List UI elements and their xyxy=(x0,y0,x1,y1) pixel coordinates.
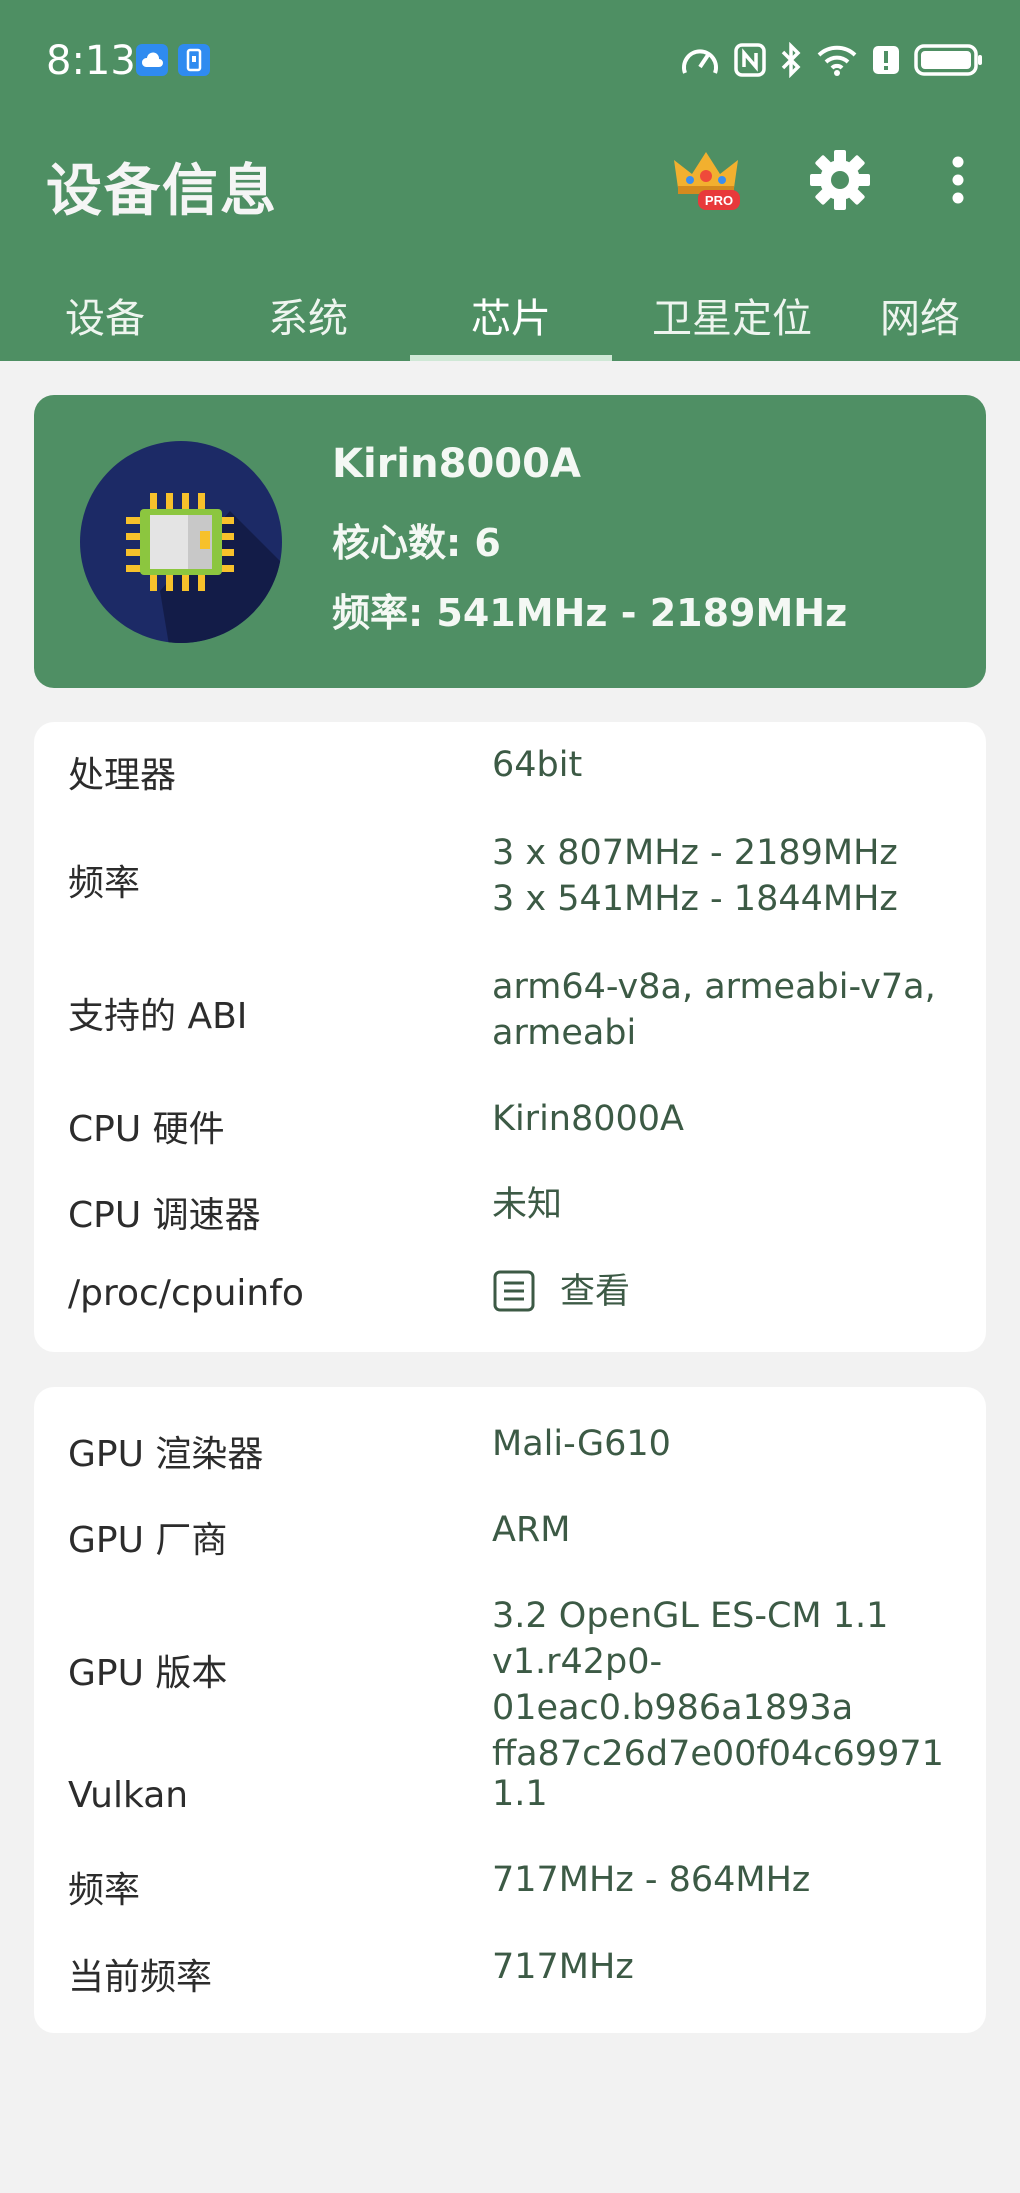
row-label: GPU 渲染器 xyxy=(68,1434,264,1475)
row-value: arm64-v8a, armeabi-v7a, armeabi xyxy=(492,964,972,1056)
pro-crown-button[interactable]: PRO xyxy=(668,140,748,220)
document-list-icon[interactable] xyxy=(492,1269,536,1313)
row-label: CPU 调速器 xyxy=(68,1195,261,1236)
gpu-info-card: GPU 渲染器 Mali-G610 GPU 厂商 ARM GPU 版本 3.2 … xyxy=(34,1387,986,2033)
more-vert-icon xyxy=(952,156,964,204)
nfc-icon xyxy=(734,43,766,77)
speedometer-icon xyxy=(682,49,718,74)
pro-label: PRO xyxy=(705,193,733,208)
active-tab-indicator xyxy=(410,355,612,361)
value-line: 未知 xyxy=(492,1185,563,1225)
row-label: Vulkan xyxy=(68,1775,189,1816)
value-line: arm64-v8a, armeabi-v7a, xyxy=(492,967,936,1007)
value-line: 1.1 xyxy=(492,1774,548,1814)
status-time: 8:13 xyxy=(46,38,136,84)
row-value: 1.1 xyxy=(492,1771,972,1817)
row-label: 支持的 ABI xyxy=(68,996,248,1037)
row-value: 717MHz xyxy=(492,1944,972,1990)
more-options-button[interactable] xyxy=(938,140,978,220)
phone-notification-icon xyxy=(178,44,210,76)
alert-icon xyxy=(873,46,899,74)
value-line: 3 x 807MHz - 2189MHz xyxy=(492,833,898,873)
cloud-icon xyxy=(136,44,168,76)
core-count: 核心数: 6 xyxy=(332,521,501,565)
gear-icon xyxy=(810,150,870,210)
row-label: 处理器 xyxy=(68,755,177,796)
value-line: 717MHz - 864MHz xyxy=(492,1860,811,1900)
tab-network[interactable]: 网络 xyxy=(880,268,1020,361)
chip-icon xyxy=(80,441,282,643)
row-value: 3.2 OpenGL ES-CM 1.1 v1.r42p0-01eac0.b98… xyxy=(492,1593,992,1777)
row-value: 未知 xyxy=(492,1182,972,1228)
chip-frequency: 频率: 541MHz - 2189MHz xyxy=(332,591,848,635)
value-line: Kirin8000A xyxy=(492,1099,684,1139)
value-line: Mali-G610 xyxy=(492,1424,671,1464)
status-bar: 8:13 xyxy=(0,0,1020,118)
row-label: CPU 硬件 xyxy=(68,1109,225,1150)
chip-summary-card: Kirin8000A 核心数: 6 频率: 541MHz - 2189MHz xyxy=(34,395,986,688)
crown-pro-icon: PRO xyxy=(674,152,740,210)
value-line: v1.r42p0-01eac0.b986a1893a xyxy=(492,1642,854,1728)
status-icons xyxy=(680,38,984,82)
row-label: /proc/cpuinfo xyxy=(68,1273,304,1314)
row-label: GPU 版本 xyxy=(68,1653,228,1694)
value-line: 64bit xyxy=(492,745,583,785)
row-label: GPU 厂商 xyxy=(68,1520,228,1561)
row-value: Kirin8000A xyxy=(492,1096,972,1142)
cpu-info-card: 处理器 64bit 频率 3 x 807MHz - 2189MHz 3 x 54… xyxy=(34,722,986,1352)
tab-satellite[interactable]: 卫星定位 xyxy=(612,268,852,361)
row-label: 当前频率 xyxy=(68,1957,213,1998)
battery-icon xyxy=(914,44,982,76)
value-line: 717MHz xyxy=(492,1947,634,1987)
row-value: 717MHz - 864MHz xyxy=(492,1857,972,1903)
tab-system[interactable]: 系统 xyxy=(206,268,410,361)
value-line: 3.2 OpenGL ES-CM 1.1 xyxy=(492,1596,889,1636)
view-cpuinfo-link[interactable]: 查看 xyxy=(560,1269,760,1315)
value-line: ARM xyxy=(492,1510,571,1550)
bluetooth-icon xyxy=(781,42,801,78)
tab-bar: 设备 系统 芯片 卫星定位 网络 xyxy=(0,268,1020,361)
row-value: ARM xyxy=(492,1507,972,1553)
wifi-icon xyxy=(817,45,857,76)
row-value: Mali-G610 xyxy=(492,1421,972,1467)
row-label: 频率 xyxy=(68,1870,141,1911)
row-value: 3 x 807MHz - 2189MHz 3 x 541MHz - 1844MH… xyxy=(492,830,972,922)
tab-device[interactable]: 设备 xyxy=(0,268,210,361)
tab-chip[interactable]: 芯片 xyxy=(410,268,612,361)
row-value: 64bit xyxy=(492,742,972,788)
value-line: armeabi xyxy=(492,1013,637,1053)
chip-name: Kirin8000A xyxy=(332,441,581,487)
row-label: 频率 xyxy=(68,863,141,904)
value-line: 3 x 541MHz - 1844MHz xyxy=(492,879,898,919)
app-header: 8:13 设备信息 PRO 设备 系统 芯片 卫星定位 网络 xyxy=(0,0,1020,361)
settings-button[interactable] xyxy=(806,140,874,220)
page-title: 设备信息 xyxy=(46,159,278,224)
